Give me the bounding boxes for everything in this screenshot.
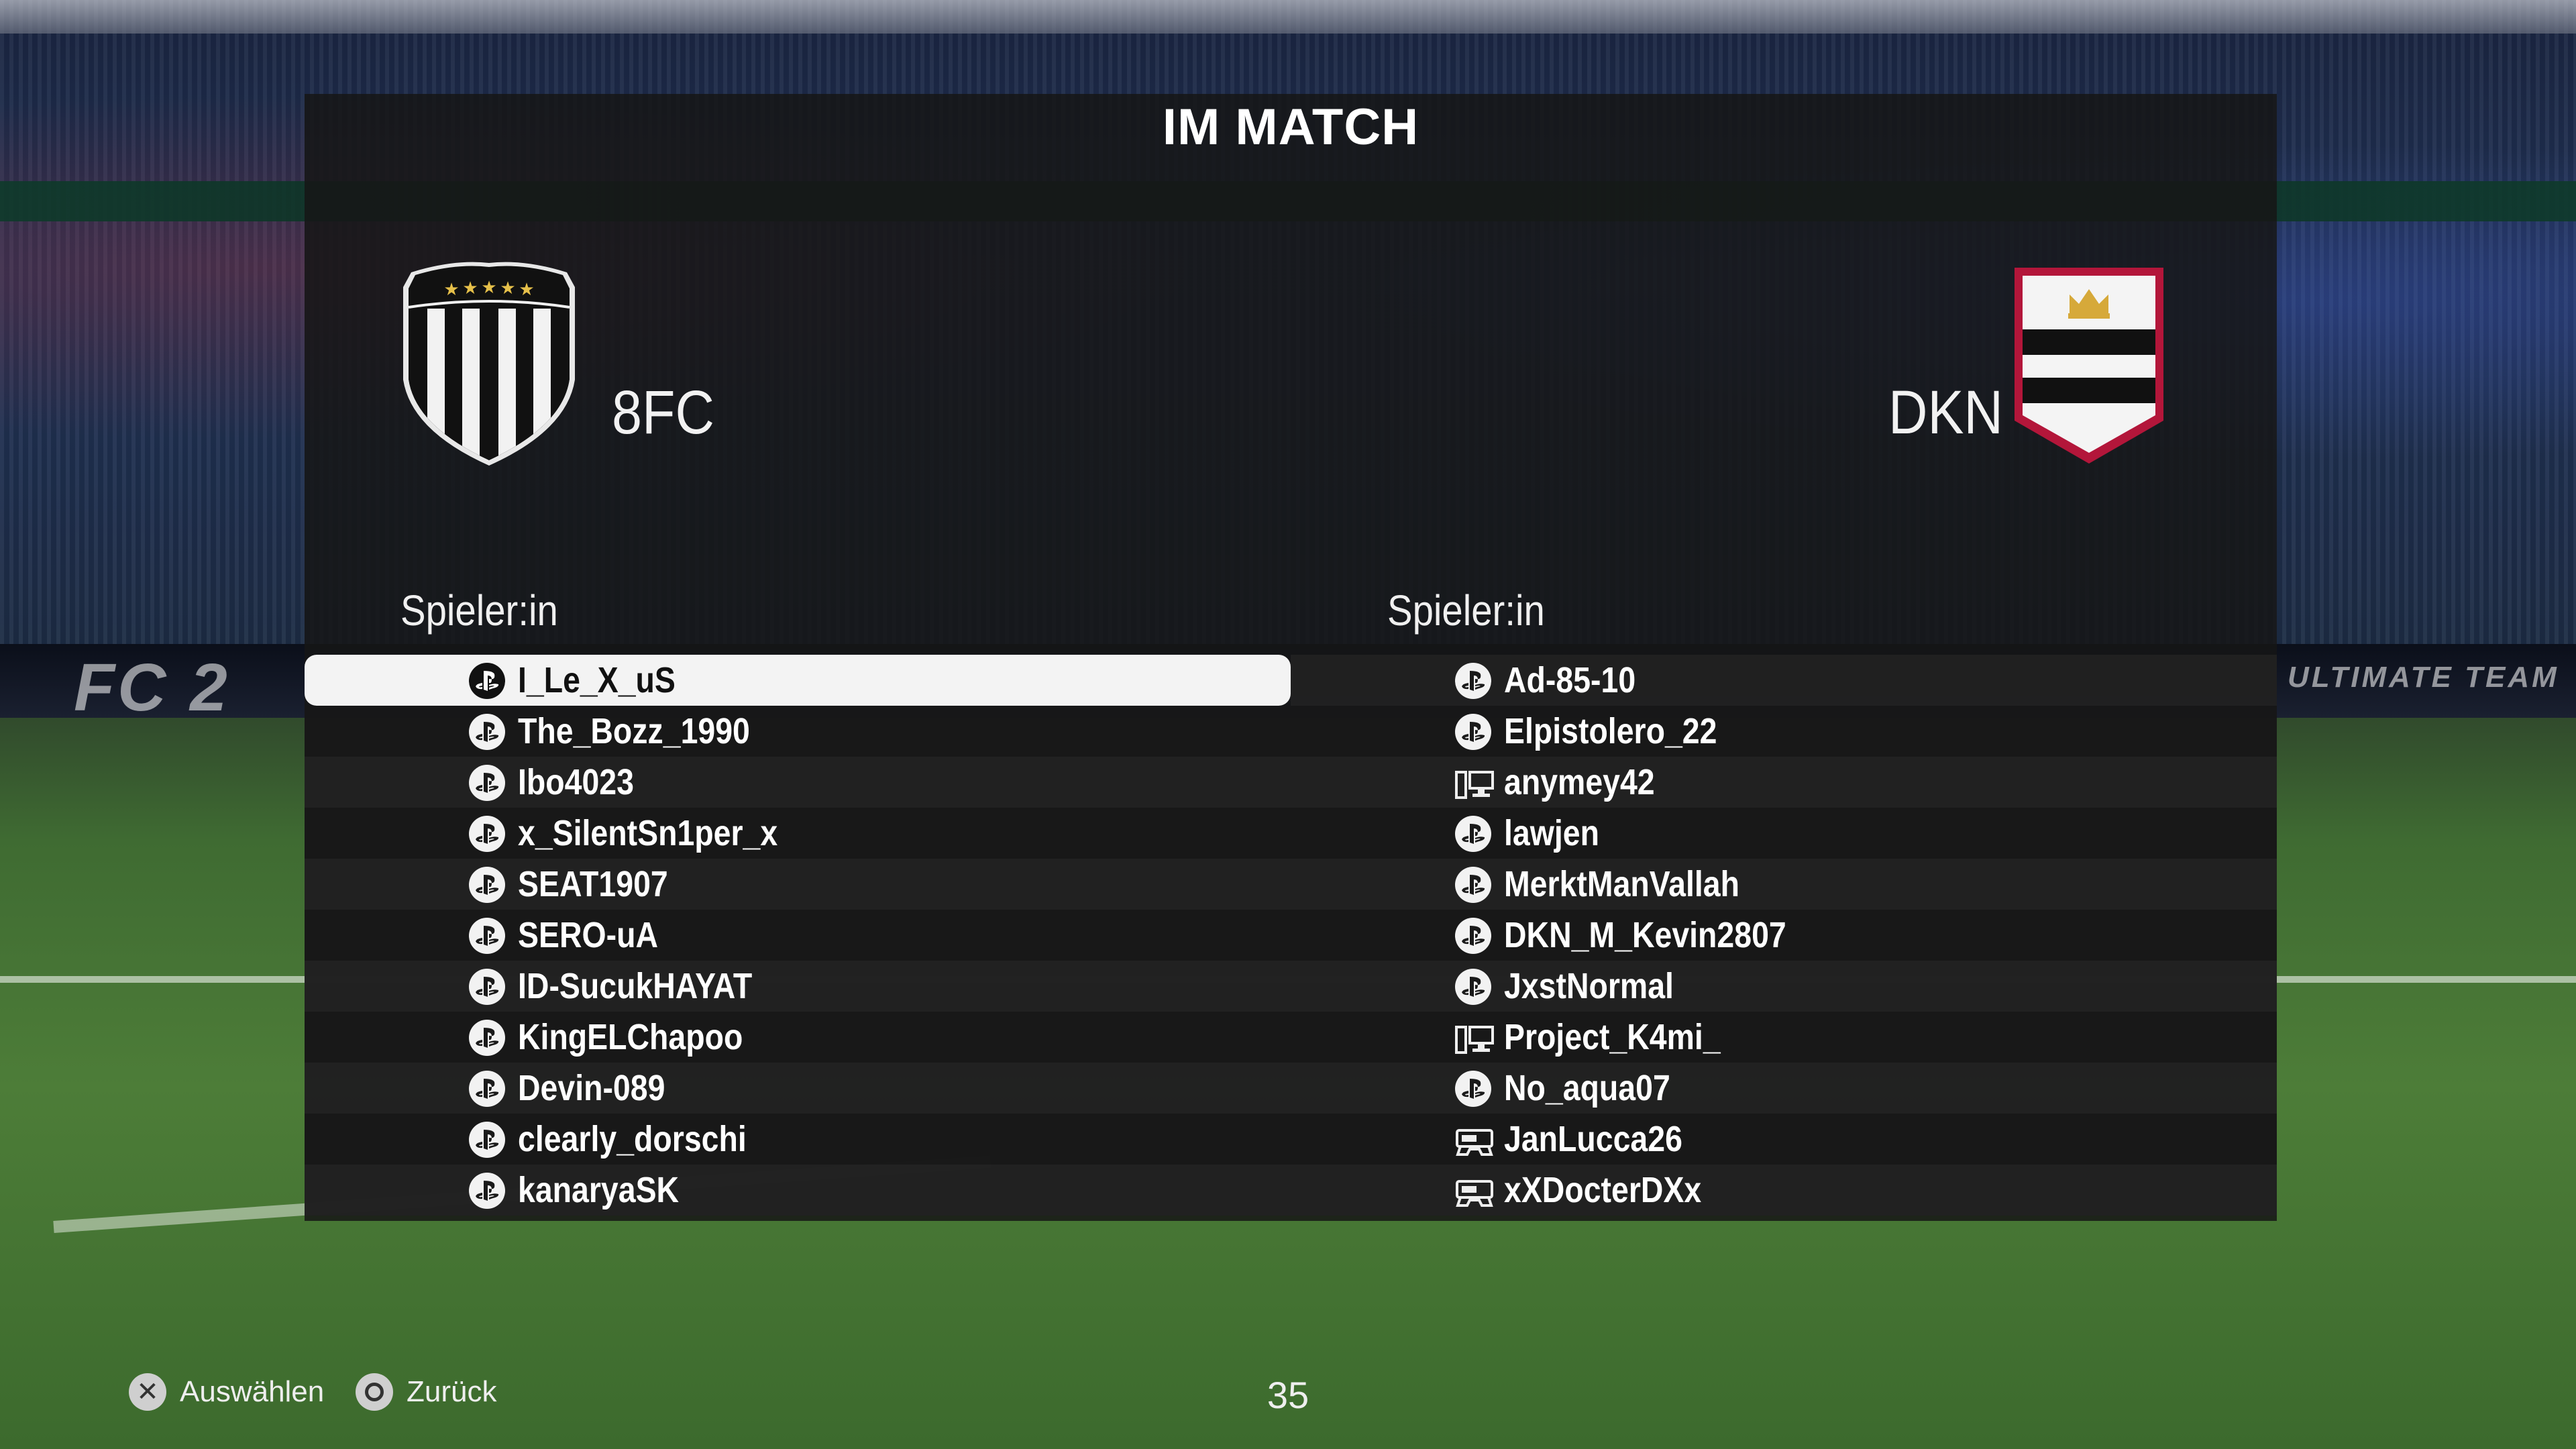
- player-name: DKN_M_Kevin2807: [1504, 915, 1786, 955]
- playstation-icon: [469, 1122, 505, 1158]
- playstation-icon: [469, 816, 505, 852]
- home-team-crest: ★ ★ ★ ★ ★: [403, 262, 575, 466]
- player-name: lawjen: [1504, 813, 1599, 853]
- playstation-icon: [1455, 867, 1491, 903]
- home-player-row[interactable]: SEAT1907: [305, 859, 1291, 910]
- player-name: KingELChapoo: [518, 1017, 743, 1057]
- back-label: Zurück: [407, 1375, 497, 1408]
- player-name: anymey42: [1504, 762, 1655, 802]
- player-name: x_SilentSn1per_x: [518, 813, 778, 853]
- home-player-row[interactable]: kanaryaSK: [305, 1165, 1291, 1216]
- playstation-icon: [469, 765, 505, 801]
- away-player-list: Ad-85-10 Elpistolero_22 anymey42 lawjen Merk…: [1291, 655, 2277, 1216]
- player-name: JanLucca26: [1504, 1119, 1682, 1159]
- board-text-right: ULTIMATE TEAM: [2288, 661, 2559, 694]
- away-player-row[interactable]: Ad-85-10: [1291, 655, 2277, 706]
- home-player-row[interactable]: I_Le_X_uS: [305, 655, 1291, 706]
- playstation-icon: [1455, 918, 1491, 954]
- away-team-crest: [2015, 268, 2163, 464]
- screen-title: IM MATCH: [1162, 99, 1419, 156]
- player-name: xXDocterDXx: [1504, 1170, 1702, 1210]
- player-name: The_Bozz_1990: [518, 711, 750, 751]
- away-team-name: DKN: [1888, 378, 2003, 447]
- home-player-list: I_Le_X_uS The_Bozz_1990 Ibo4023 x_SilentSn1…: [305, 655, 1291, 1216]
- player-name: I_Le_X_uS: [518, 660, 676, 700]
- playstation-icon: [469, 918, 505, 954]
- back-hint[interactable]: Zurück: [356, 1368, 496, 1415]
- playstation-icon: [1455, 969, 1491, 1005]
- away-column-header: Spieler:in: [1387, 586, 1545, 635]
- home-player-row[interactable]: KingELChapoo: [305, 1012, 1291, 1063]
- xbox-icon: [1455, 1124, 1494, 1160]
- svg-text:★: ★: [481, 278, 496, 298]
- player-name: SEAT1907: [518, 864, 668, 904]
- playstation-icon: [469, 1020, 505, 1056]
- away-player-row[interactable]: JanLucca26: [1291, 1114, 2277, 1165]
- countdown-timer: 35: [1267, 1374, 1309, 1416]
- player-name: JxstNormal: [1504, 966, 1674, 1006]
- svg-text:★: ★: [500, 278, 515, 299]
- home-player-row[interactable]: The_Bozz_1990: [305, 706, 1291, 757]
- home-player-row[interactable]: Devin-089: [305, 1063, 1291, 1114]
- away-player-row[interactable]: Elpistolero_22: [1291, 706, 2277, 757]
- pc-icon: [1455, 767, 1494, 803]
- playstation-icon: [1455, 663, 1491, 699]
- player-name: Ad-85-10: [1504, 660, 1636, 700]
- playstation-icon: [469, 1173, 505, 1209]
- player-name: Ibo4023: [518, 762, 634, 802]
- svg-text:★: ★: [519, 280, 534, 300]
- player-name: Project_K4mi_: [1504, 1017, 1721, 1057]
- player-name: MerktManVallah: [1504, 864, 1740, 904]
- player-name: No_aqua07: [1504, 1068, 1670, 1108]
- svg-text:★: ★: [462, 278, 478, 299]
- playstation-icon: [469, 714, 505, 750]
- away-player-row[interactable]: lawjen: [1291, 808, 2277, 859]
- away-player-row[interactable]: MerktManVallah: [1291, 859, 2277, 910]
- home-player-row[interactable]: ID-SucukHAYAT: [305, 961, 1291, 1012]
- away-player-row[interactable]: Project_K4mi_: [1291, 1012, 2277, 1063]
- player-name: Devin-089: [518, 1068, 665, 1108]
- playstation-icon: [469, 663, 505, 699]
- home-player-row[interactable]: SERO-uA: [305, 910, 1291, 961]
- player-name: Elpistolero_22: [1504, 711, 1717, 751]
- match-panel: IM MATCH ★ ★ ★ ★ ★ 8FC DKN Spieler:in Sp…: [305, 94, 2277, 1221]
- stadium-roof: [0, 0, 2576, 34]
- playstation-icon: [469, 867, 505, 903]
- player-name: SERO-uA: [518, 915, 658, 955]
- playstation-icon: [1455, 714, 1491, 750]
- away-player-row[interactable]: anymey42: [1291, 757, 2277, 808]
- player-name: ID-SucukHAYAT: [518, 966, 753, 1006]
- playstation-icon: [1455, 1071, 1491, 1107]
- away-player-row[interactable]: JxstNormal: [1291, 961, 2277, 1012]
- playstation-icon: [1455, 816, 1491, 852]
- player-name: kanaryaSK: [518, 1170, 680, 1210]
- playstation-icon: [469, 1071, 505, 1107]
- home-player-row[interactable]: x_SilentSn1per_x: [305, 808, 1291, 859]
- svg-text:★: ★: [443, 280, 459, 300]
- playstation-icon: [469, 969, 505, 1005]
- xbox-icon: [1455, 1175, 1494, 1211]
- board-text-left: FC 2: [74, 650, 230, 725]
- away-player-row[interactable]: No_aqua07: [1291, 1063, 2277, 1114]
- circle-button-icon: [356, 1373, 393, 1411]
- away-player-row[interactable]: xXDocterDXx: [1291, 1165, 2277, 1216]
- away-player-row[interactable]: DKN_M_Kevin2807: [1291, 910, 2277, 961]
- select-hint[interactable]: ✕ Auswählen: [129, 1368, 324, 1415]
- player-name: clearly_dorschi: [518, 1119, 747, 1159]
- select-label: Auswählen: [180, 1375, 325, 1408]
- home-team-name: 8FC: [612, 378, 714, 447]
- cross-button-icon: ✕: [129, 1373, 166, 1411]
- pc-icon: [1455, 1022, 1494, 1058]
- home-player-row[interactable]: clearly_dorschi: [305, 1114, 1291, 1165]
- home-player-row[interactable]: Ibo4023: [305, 757, 1291, 808]
- home-column-header: Spieler:in: [400, 586, 558, 635]
